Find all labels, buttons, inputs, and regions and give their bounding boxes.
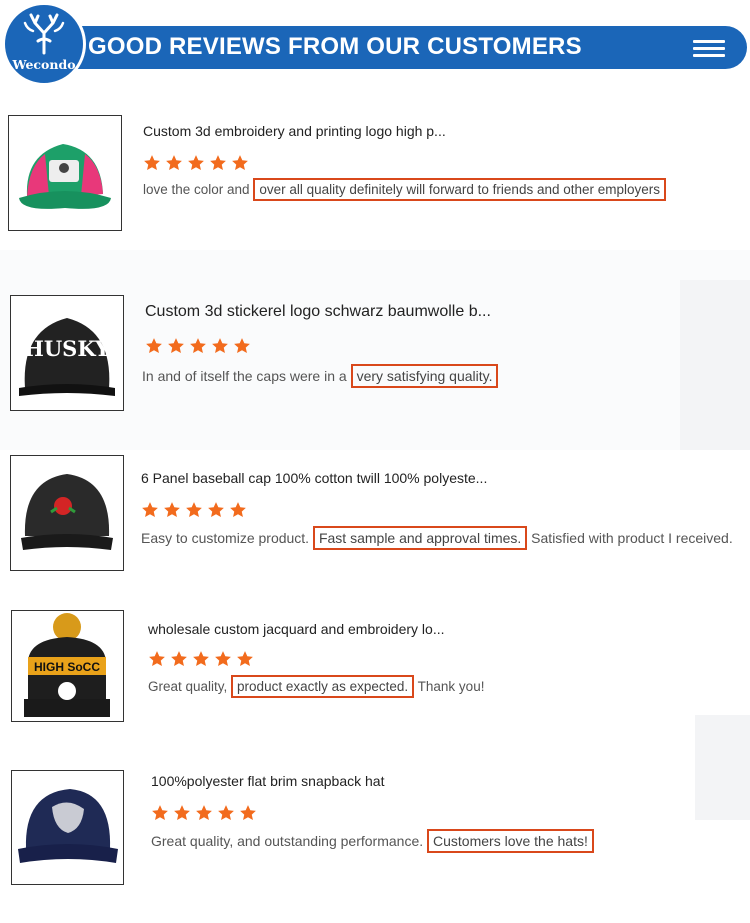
star-icon <box>174 805 190 821</box>
review-text-start: Easy to customize product. <box>141 530 313 546</box>
brand-logo[interactable]: Wecondo <box>2 2 86 86</box>
star-icon <box>230 502 246 518</box>
review-text-start: love the color and <box>143 182 254 197</box>
star-icon <box>196 805 212 821</box>
star-rating <box>145 337 255 355</box>
product-image[interactable]: HUSKY <box>10 295 124 411</box>
review-text: Great quality, product exactly as expect… <box>148 675 485 698</box>
star-rating <box>141 501 251 519</box>
star-rating <box>143 154 253 172</box>
star-icon <box>234 338 250 354</box>
star-icon <box>142 502 158 518</box>
svg-text:HIGH SoCC: HIGH SoCC <box>34 660 100 674</box>
review-text-end: Satisfied with product I received. <box>527 530 733 546</box>
review-text: love the color and over all quality defi… <box>143 178 667 201</box>
star-icon <box>168 338 184 354</box>
background-panel <box>680 280 750 450</box>
star-icon <box>164 502 180 518</box>
star-icon <box>146 338 162 354</box>
product-title[interactable]: wholesale custom jacquard and embroidery… <box>148 621 445 637</box>
star-icon <box>212 338 228 354</box>
product-title[interactable]: Custom 3d stickerel logo schwarz baumwol… <box>145 303 491 321</box>
review-text-start: In and of itself the caps were in a <box>142 368 351 384</box>
review-highlight: Customers love the hats! <box>427 829 594 853</box>
star-icon <box>218 805 234 821</box>
snapback-hat-image <box>18 789 118 863</box>
trucker-cap-image <box>19 144 111 209</box>
star-icon <box>152 805 168 821</box>
review-highlight: very satisfying quality. <box>350 364 499 388</box>
review-text: In and of itself the caps were in a very… <box>142 364 499 388</box>
antler-logo-icon <box>23 13 65 55</box>
page-title: GOOD REVIEWS FROM OUR CUSTOMERS <box>88 33 582 60</box>
product-title[interactable]: 100%polyester flat brim snapback hat <box>151 773 384 789</box>
review-highlight: product exactly as expected. <box>231 675 415 698</box>
product-title[interactable]: 6 Panel baseball cap 100% cotton twill 1… <box>141 470 487 486</box>
star-icon <box>215 651 231 667</box>
star-icon <box>240 805 256 821</box>
review-text: Great quality, and outstanding performan… <box>151 829 594 853</box>
review-highlight: over all quality definitely will forward… <box>253 178 667 201</box>
background-panel <box>695 715 750 820</box>
review-highlight: Fast sample and approval times. <box>312 526 528 550</box>
star-icon <box>232 155 248 171</box>
star-icon <box>186 502 202 518</box>
baseball-cap-image <box>21 474 113 550</box>
black-cap-image: HUSKY <box>19 318 115 396</box>
star-icon <box>144 155 160 171</box>
star-icon <box>190 338 206 354</box>
product-image[interactable]: HIGH SoCC <box>11 610 124 722</box>
star-icon <box>210 155 226 171</box>
star-icon <box>237 651 253 667</box>
page-header: GOOD REVIEWS FROM OUR CUSTOMERS Wecondo <box>0 0 750 90</box>
product-title[interactable]: Custom 3d embroidery and printing logo h… <box>143 123 446 139</box>
brand-logo-text: Wecondo <box>12 57 76 72</box>
review-text-start: Great quality, and outstanding performan… <box>151 833 428 849</box>
review-text-start: Great quality, <box>148 679 232 694</box>
star-icon <box>188 155 204 171</box>
star-rating <box>148 650 258 668</box>
star-icon <box>208 502 224 518</box>
review-text: Easy to customize product. Fast sample a… <box>141 526 733 550</box>
product-image[interactable] <box>8 115 122 231</box>
star-rating <box>151 804 261 822</box>
star-icon <box>166 155 182 171</box>
star-icon <box>171 651 187 667</box>
beanie-image: HIGH SoCC <box>24 613 110 717</box>
review-text-end: Thank you! <box>414 679 485 694</box>
product-image[interactable] <box>10 455 124 571</box>
star-icon <box>149 651 165 667</box>
product-image[interactable] <box>11 770 124 885</box>
star-icon <box>193 651 209 667</box>
svg-text:HUSKY: HUSKY <box>24 336 111 361</box>
hamburger-menu-icon[interactable] <box>693 38 725 58</box>
